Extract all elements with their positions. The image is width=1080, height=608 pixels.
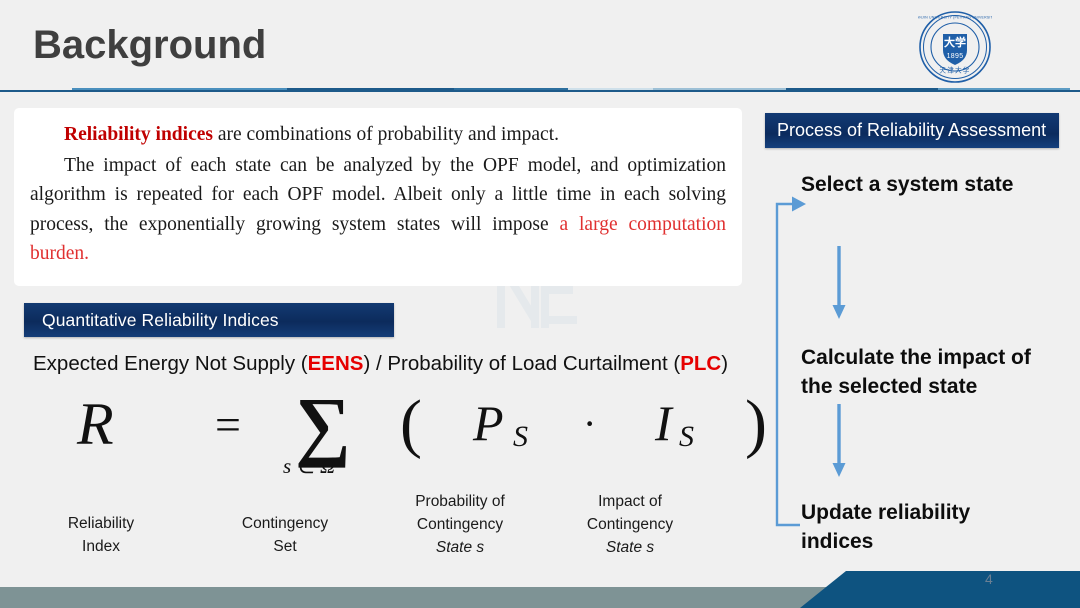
- reliability-formula: R = ∑ s ∈ Ω ( P S · I S ): [55, 381, 767, 492]
- formula-lhs: R: [77, 391, 114, 457]
- formula-left-paren: (: [400, 387, 422, 460]
- formula-caption-reliability-index: Reliability Index: [38, 512, 164, 558]
- caption-line1: Reliability: [67, 515, 135, 532]
- process-panel-header: Process of Reliability Assessment: [765, 113, 1059, 148]
- formula-operator: ·: [583, 401, 597, 446]
- formula-sum-subscript: s ∈ Ω: [283, 454, 336, 478]
- indices-acronym-plc: PLC: [680, 352, 722, 375]
- caption-line3: State s: [605, 539, 655, 556]
- feedback-loop-arrow-icon: [770, 192, 812, 528]
- formula-caption-contingency-set: Contingency Set: [220, 512, 350, 558]
- arrow-down-icon: [831, 246, 847, 320]
- indices-part2: ) / Probability of Load Curtailment (: [363, 352, 681, 375]
- process-step-select-state: Select a system state: [801, 173, 1014, 196]
- header-divider: [0, 88, 1080, 93]
- process-step-update-indices: Update reliability indices: [801, 501, 971, 553]
- arrow-down-icon: [831, 404, 847, 478]
- indices-part1: Expected Energy Not Supply (: [33, 352, 308, 375]
- indices-definition-line: Expected Energy Not Supply (EENS) / Prob…: [33, 352, 728, 376]
- formula-caption-impact-state: Impact of Contingency State s: [560, 490, 700, 559]
- quantitative-reliability-indices-chip: Quantitative Reliability Indices: [24, 303, 394, 337]
- footer-banner: [800, 566, 1080, 608]
- caption-line1: Probability of: [415, 493, 505, 510]
- svg-text:1895: 1895: [947, 53, 964, 60]
- indices-acronym-eens: EENS: [307, 352, 364, 375]
- formula-caption-probability-state: Probability of Contingency State s: [390, 490, 530, 559]
- background-text-card: Reliability indices are combinations of …: [14, 108, 742, 286]
- slide: Background 大学 1895 天津大学 TIANJIN UNIVERSI…: [0, 0, 1080, 608]
- formula-probability: P: [473, 395, 504, 451]
- indices-part3: ): [721, 352, 729, 375]
- svg-text:大学: 大学: [944, 35, 966, 49]
- caption-line3: State s: [435, 539, 485, 556]
- caption-line1: Contingency: [241, 515, 329, 532]
- caption-line1: Impact of: [598, 493, 662, 510]
- svg-text:天津大学: 天津大学: [939, 66, 970, 75]
- page-number: 4: [985, 571, 993, 587]
- caption-line2: Contingency: [416, 516, 504, 533]
- paragraph1-lead: Reliability indices: [64, 124, 213, 145]
- formula-impact-subscript: S: [679, 420, 694, 453]
- formula-equals: =: [215, 399, 241, 450]
- paragraph1-rest: are combinations of probability and impa…: [212, 124, 559, 145]
- chip-label: Quantitative Reliability Indices: [42, 309, 279, 330]
- paragraph-impact-analysis: The impact of each state can be analyzed…: [30, 151, 726, 269]
- caption-line2: Set: [273, 538, 297, 555]
- paragraph-reliability-indices: Reliability indices are combinations of …: [30, 120, 726, 150]
- formula-probability-subscript: S: [513, 420, 528, 453]
- caption-line2: Index: [82, 538, 120, 555]
- process-panel-header-label: Process of Reliability Assessment: [777, 120, 1047, 140]
- university-seal-icon: 大学 1895 天津大学 TIANJIN UNIVERSITY (PEIYANG…: [913, 10, 997, 84]
- formula-right-paren: ): [745, 387, 767, 460]
- process-step-calculate-impact: Calculate the impact of the selected sta…: [801, 346, 1031, 398]
- svg-text:TIANJIN UNIVERSITY (PEIYANG UN: TIANJIN UNIVERSITY (PEIYANG UNIVERSITY): [918, 16, 992, 20]
- formula-impact: I: [655, 395, 672, 451]
- page-title: Background: [33, 23, 267, 67]
- caption-line2: Contingency: [586, 516, 674, 533]
